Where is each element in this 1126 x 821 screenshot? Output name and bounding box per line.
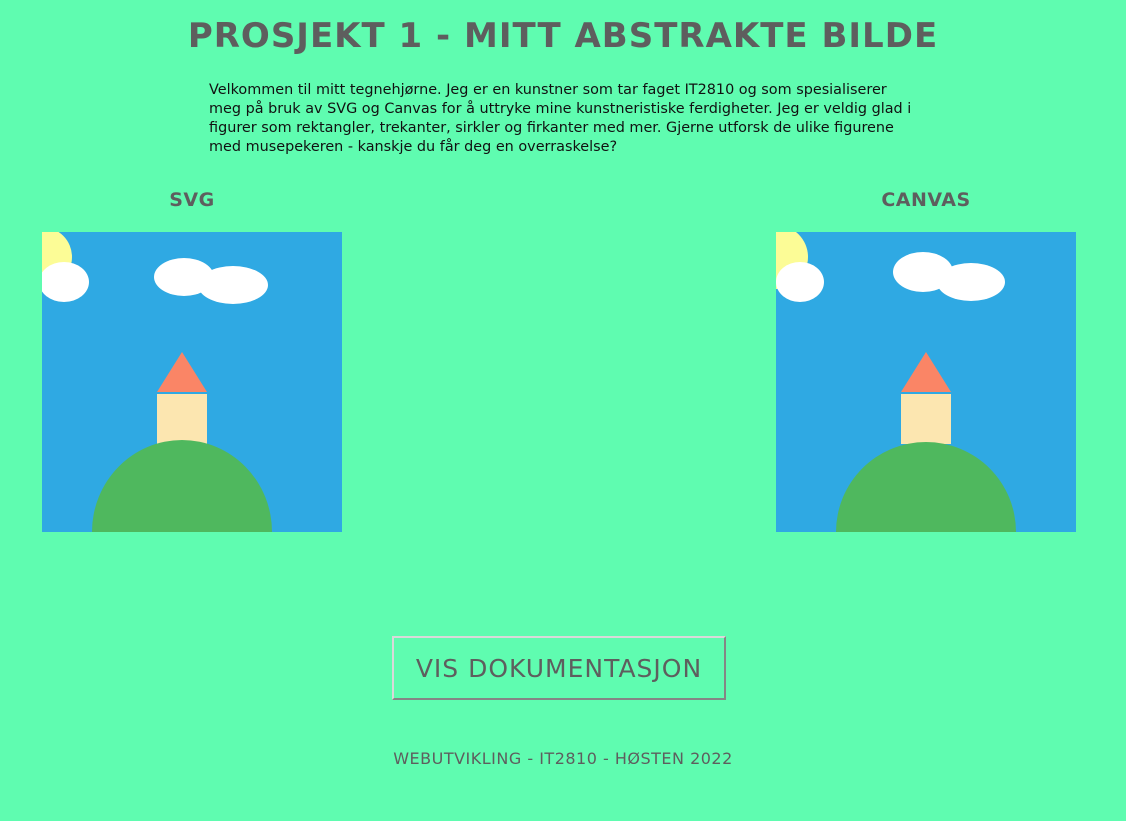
canvas-artwork[interactable] xyxy=(776,232,1076,532)
page-title: PROSJEKT 1 - MITT ABSTRAKTE BILDE xyxy=(187,16,939,56)
tower-body[interactable] xyxy=(157,394,207,444)
canvas-heading: CANVAS xyxy=(881,189,971,211)
cloud-right[interactable] xyxy=(937,263,1005,301)
tower-body[interactable] xyxy=(901,394,951,444)
svg-heading: SVG xyxy=(169,189,215,211)
svg-artwork[interactable] xyxy=(42,232,342,532)
show-documentation-button[interactable]: VIS DOKUMENTASJON xyxy=(392,636,726,700)
footer-text: WEBUTVIKLING - IT2810 - HØSTEN 2022 xyxy=(393,749,733,768)
intro-text: Velkommen til mitt tegnehjørne. Jeg er e… xyxy=(209,82,912,155)
cloud-left[interactable] xyxy=(776,262,824,302)
cloud-right[interactable] xyxy=(198,266,268,304)
